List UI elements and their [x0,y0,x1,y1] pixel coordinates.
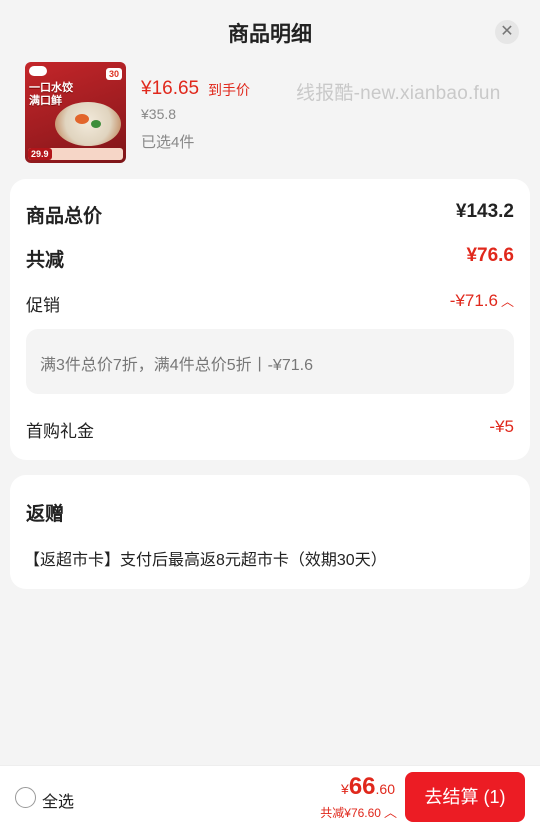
watermark: 线报酷-new.xianbao.fun [296,83,501,104]
close-icon[interactable]: ✕ [495,20,519,44]
checkout-bar: 全选 ¥66.60 共减¥76.60 ︿ 去结算 (1) [0,765,540,825]
gift-title: 返赠 [26,504,65,525]
gift-card: 返赠 【返超市卡】支付后最高返8元超市卡（效期30天） [10,475,530,589]
gift-description: 【返超市卡】支付后最高返8元超市卡（效期30天） [24,552,387,569]
selected-count: 已选4件 [141,134,195,151]
count-badge: 30 [105,68,122,80]
first-gift-label: 首购礼金 [26,422,94,441]
page-title: 商品明细 [228,23,312,46]
thumb-price: 29.9 [28,148,52,160]
discount-value: ¥76.6 [466,245,514,266]
price-integer: 66 [348,773,376,800]
chevron-up-icon: ︿ [383,805,397,820]
total-label: 商品总价 [26,206,103,227]
dumpling-bowl [55,102,121,146]
price-tag: 到手价 [208,82,250,98]
select-all-label[interactable]: 全选 [42,788,74,812]
herb-topping [91,120,101,128]
chevron-up-icon: ︿ [500,294,514,309]
price-original: ¥35.8 [141,106,177,122]
discount-row: 共减 ¥76.6 [26,245,514,272]
carrot-topping [75,114,89,124]
product-image: 30 一口水饺 满口鲜 29.9 [25,62,126,163]
saving-text: 共减¥76.60 [320,806,381,820]
total-price: ¥66.60 [341,773,395,801]
header: 商品明细 ✕ 30 一口水饺 满口鲜 29.9 ¥16.65 到手价 线报酷-n… [0,0,540,170]
price-summary-card: 商品总价 ¥143.2 共减 ¥76.6 促销 -¥71.6 ︿ 满3件总价7折，… [10,179,530,460]
checkout-button[interactable]: 去结算 (1) [405,772,525,822]
currency-symbol: ¥ [341,781,349,797]
brand-badge [29,66,47,76]
first-gift-row: 首购礼金 -¥5 [26,417,514,442]
total-value: ¥143.2 [455,201,514,222]
promo-value: -¥71.6 [449,291,498,310]
price-decimal: .60 [375,781,395,797]
promo-row[interactable]: 促销 -¥71.6 ︿ [26,291,514,316]
total-row: 商品总价 ¥143.2 [26,201,514,228]
headline-line1: 一口水饺 [29,82,73,94]
price-now: ¥16.65 [141,78,200,99]
first-gift-value: -¥5 [489,417,514,436]
promo-detail-box: 满3件总价7折，满4件总价5折丨-¥71.6 [26,329,514,394]
saving-toggle[interactable]: 共减¥76.60 ︿ [320,802,397,821]
promo-label: 促销 [26,296,60,315]
promo-toggle[interactable]: -¥71.6 ︿ [450,291,514,311]
discount-label: 共减 [26,250,65,271]
select-all-checkbox[interactable] [15,787,36,808]
